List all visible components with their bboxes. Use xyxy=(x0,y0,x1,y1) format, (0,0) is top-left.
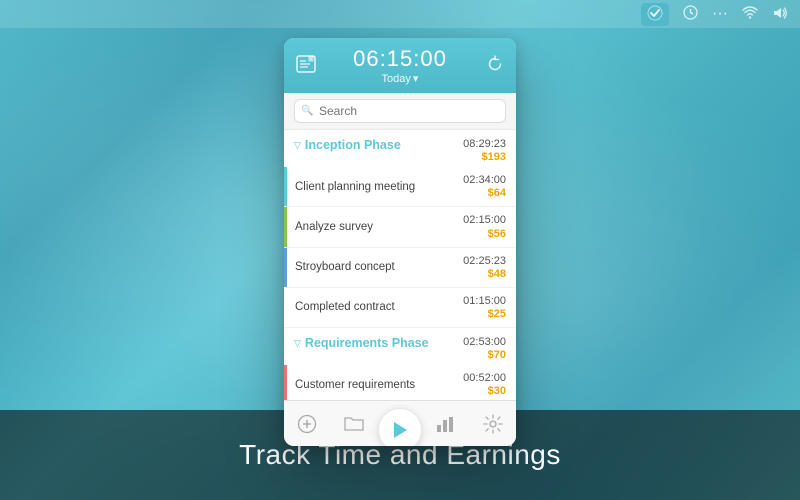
phase-requirements-header: ▽ Requirements Phase 02:53:00 $70 xyxy=(284,328,516,365)
task-name: Stroyboard concept xyxy=(295,261,395,273)
header-date: Today ▾ xyxy=(353,72,447,85)
settings-button[interactable] xyxy=(470,401,516,446)
task-time: 01:15:00 xyxy=(463,295,506,308)
phase-left: ▽ Requirements Phase xyxy=(294,336,429,350)
phase-requirements-name: Requirements Phase xyxy=(305,336,429,350)
phase-requirements-earnings: $70 xyxy=(463,349,506,361)
task-right: 00:52:00 $30 xyxy=(463,372,506,397)
charts-button[interactable] xyxy=(423,401,469,446)
checkmark-icon xyxy=(641,3,669,26)
task-earnings: $48 xyxy=(463,268,506,280)
volume-icon xyxy=(772,6,788,23)
task-earnings: $64 xyxy=(463,187,506,199)
task-name: Analyze survey xyxy=(295,221,373,233)
task-name: Customer requirements xyxy=(295,379,415,391)
task-time: 02:25:23 xyxy=(463,255,506,268)
refresh-button[interactable] xyxy=(480,55,504,78)
task-list: ▽ Inception Phase 08:29:23 $193 Client p… xyxy=(284,130,516,400)
task-time: 02:15:00 xyxy=(463,214,506,227)
folder-button[interactable] xyxy=(330,401,376,446)
phase-requirements-time: 02:53:00 xyxy=(463,336,506,349)
menubar-icons: ··· xyxy=(641,3,788,26)
search-input[interactable] xyxy=(294,99,506,123)
task-content: Completed contract 01:15:00 $25 xyxy=(287,288,516,327)
task-right: 02:34:00 $64 xyxy=(463,174,506,199)
reports-icon xyxy=(296,55,320,78)
task-content: Client planning meeting 02:34:00 $64 xyxy=(287,167,516,206)
task-right: 02:15:00 $56 xyxy=(463,214,506,239)
app-header: 06:15:00 Today ▾ xyxy=(284,38,516,93)
header-time: 06:15:00 xyxy=(353,48,447,70)
phase-inception-name: Inception Phase xyxy=(305,138,401,152)
task-item[interactable]: Customer requirements 00:52:00 $30 xyxy=(284,365,516,400)
task-right: 01:15:00 $25 xyxy=(463,295,506,320)
phase-inception-earnings: $193 xyxy=(463,151,506,163)
phase-requirements-right: 02:53:00 $70 xyxy=(463,336,506,361)
task-item[interactable]: Client planning meeting 02:34:00 $64 xyxy=(284,167,516,207)
phase-inception-right: 08:29:23 $193 xyxy=(463,138,506,163)
phase-left: ▽ Inception Phase xyxy=(294,138,401,152)
phase-inception-time: 08:29:23 xyxy=(463,138,506,151)
task-content: Stroyboard concept 02:25:23 $48 xyxy=(287,248,516,287)
search-bar xyxy=(284,93,516,130)
wifi-icon xyxy=(742,6,758,22)
add-button[interactable] xyxy=(284,401,330,446)
task-item[interactable]: Analyze survey 02:15:00 $56 xyxy=(284,207,516,247)
header-center: 06:15:00 Today ▾ xyxy=(353,48,447,85)
task-earnings: $25 xyxy=(463,308,506,320)
phase-chevron-icon: ▽ xyxy=(294,338,301,349)
task-name: Client planning meeting xyxy=(295,181,415,193)
task-earnings: $56 xyxy=(463,228,506,240)
task-content: Analyze survey 02:15:00 $56 xyxy=(287,207,516,246)
menubar: ··· xyxy=(0,0,800,28)
clock-icon xyxy=(683,5,698,23)
app-window: 06:15:00 Today ▾ xyxy=(284,38,516,446)
search-wrapper xyxy=(294,99,506,123)
phase-inception-header: ▽ Inception Phase 08:29:23 $193 xyxy=(284,130,516,167)
task-earnings: $30 xyxy=(463,385,506,397)
app-footer xyxy=(284,400,516,446)
task-name: Completed contract xyxy=(295,301,395,313)
task-content: Customer requirements 00:52:00 $30 xyxy=(287,365,516,400)
task-time: 00:52:00 xyxy=(463,372,506,385)
task-item[interactable]: Completed contract 01:15:00 $25 xyxy=(284,288,516,328)
desktop: ··· xyxy=(0,0,800,500)
task-time: 02:34:00 xyxy=(463,174,506,187)
phase-chevron-icon: ▽ xyxy=(294,140,301,151)
play-button[interactable] xyxy=(378,408,422,447)
ellipsis-icon: ··· xyxy=(712,5,728,23)
task-right: 02:25:23 $48 xyxy=(463,255,506,280)
task-item[interactable]: Stroyboard concept 02:25:23 $48 xyxy=(284,248,516,288)
